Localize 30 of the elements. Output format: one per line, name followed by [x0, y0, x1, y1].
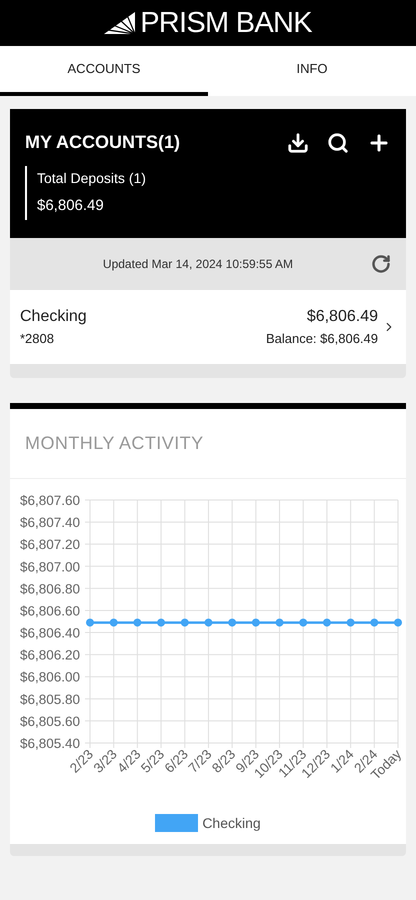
axis-label: $6,806.20 — [20, 647, 80, 662]
axis-label: $6,805.40 — [20, 736, 80, 750]
legend-label: Checking — [202, 814, 261, 833]
axis-label: $6,806.00 — [20, 669, 80, 684]
axis-label: $6,805.80 — [20, 691, 80, 706]
section-title: MONTHLY ACTIVITY — [25, 432, 204, 454]
axis-label: $6,807.40 — [20, 514, 80, 530]
axis-label: $6,806.40 — [20, 625, 80, 640]
account-amount: $6,806.49 — [306, 306, 378, 327]
tab[interactable]: ACCOUNTS — [0, 46, 208, 96]
account-balance: Balance: $6,806.49 — [266, 330, 378, 348]
search-icon[interactable] — [327, 132, 349, 154]
account-row[interactable]: Checking *2808 $6,806.49 Balance: $6,806.49 — [10, 290, 406, 364]
account-number: *2808 — [20, 330, 55, 348]
axis-label: $6,806.60 — [20, 602, 80, 618]
download-icon[interactable] — [287, 132, 309, 154]
axis-label: $6,806.80 — [20, 580, 80, 596]
panel-title: MY ACCOUNTS(1) — [25, 131, 180, 154]
axis-label: $6,807.00 — [20, 558, 80, 574]
refresh-icon[interactable] — [371, 254, 391, 274]
summary-amount: $6,806.49 — [37, 196, 105, 216]
axis-label: $6,807.60 — [20, 492, 80, 508]
updated-text: Updated Mar 14, 2024 10:59:55 AM — [102, 256, 294, 272]
tab[interactable]: INFO — [208, 46, 416, 96]
summary-label: Total Deposits (1) — [37, 169, 147, 188]
axis-label: $6,805.60 — [20, 713, 80, 728]
bank-name: PRISM BANK — [140, 8, 312, 38]
account-name: Checking — [20, 306, 88, 327]
axis-label: $6,807.20 — [20, 536, 80, 552]
logo-icon — [104, 12, 136, 34]
